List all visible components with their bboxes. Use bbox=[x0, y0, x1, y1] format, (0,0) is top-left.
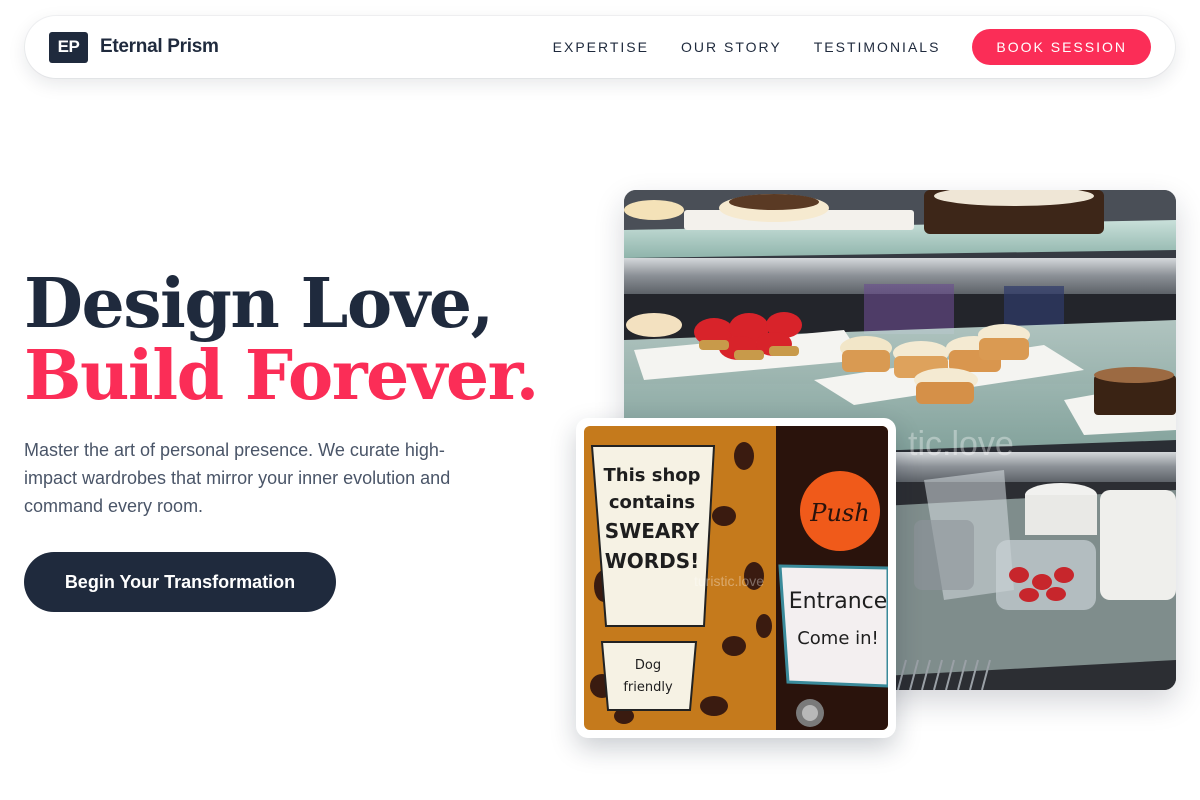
book-session-button[interactable]: BOOK SESSION bbox=[972, 29, 1151, 65]
headline-line-2: Build Forever. bbox=[24, 336, 539, 416]
nav-link-testimonials[interactable]: TESTIMONIALS bbox=[814, 39, 941, 55]
entrance-sign-line-1: Entrance bbox=[789, 589, 888, 614]
headline-line-1: Design Love, bbox=[24, 264, 494, 344]
entrance-sign-line-2: Come in! bbox=[797, 628, 879, 649]
shop-door-image-frame: Push This shop contains SWEARY WORDS! Do… bbox=[576, 418, 896, 738]
dog-sign-line-2: friendly bbox=[623, 680, 673, 695]
small-watermark: turistic.love bbox=[694, 573, 764, 589]
nav-links: EXPERTISE OUR STORY TESTIMONIALS BOOK SE… bbox=[553, 29, 1151, 65]
hero-headline: Design Love, Build Forever. bbox=[24, 264, 539, 416]
sign-line-2: contains bbox=[609, 492, 695, 513]
main-watermark: tic.love bbox=[908, 425, 1014, 463]
begin-transformation-button[interactable]: Begin Your Transformation bbox=[24, 552, 336, 612]
push-sign-text: Push bbox=[809, 499, 869, 527]
sign-line-4: WORDS! bbox=[605, 549, 700, 573]
logo-mark[interactable]: EP bbox=[49, 31, 88, 63]
brand-name[interactable]: Eternal Prism bbox=[100, 36, 219, 58]
navbar: EP Eternal Prism EXPERTISE OUR STORY TES… bbox=[25, 16, 1175, 78]
sign-line-3: SWEARY bbox=[605, 519, 700, 543]
nav-link-our-story[interactable]: OUR STORY bbox=[681, 39, 782, 55]
shop-door-image: Push This shop contains SWEARY WORDS! Do… bbox=[584, 426, 888, 730]
sign-line-1: This shop bbox=[603, 465, 700, 486]
dog-sign-line-1: Dog bbox=[635, 658, 661, 673]
hero-subtext: Master the art of personal presence. We … bbox=[24, 440, 451, 516]
nav-link-expertise[interactable]: EXPERTISE bbox=[553, 39, 649, 55]
